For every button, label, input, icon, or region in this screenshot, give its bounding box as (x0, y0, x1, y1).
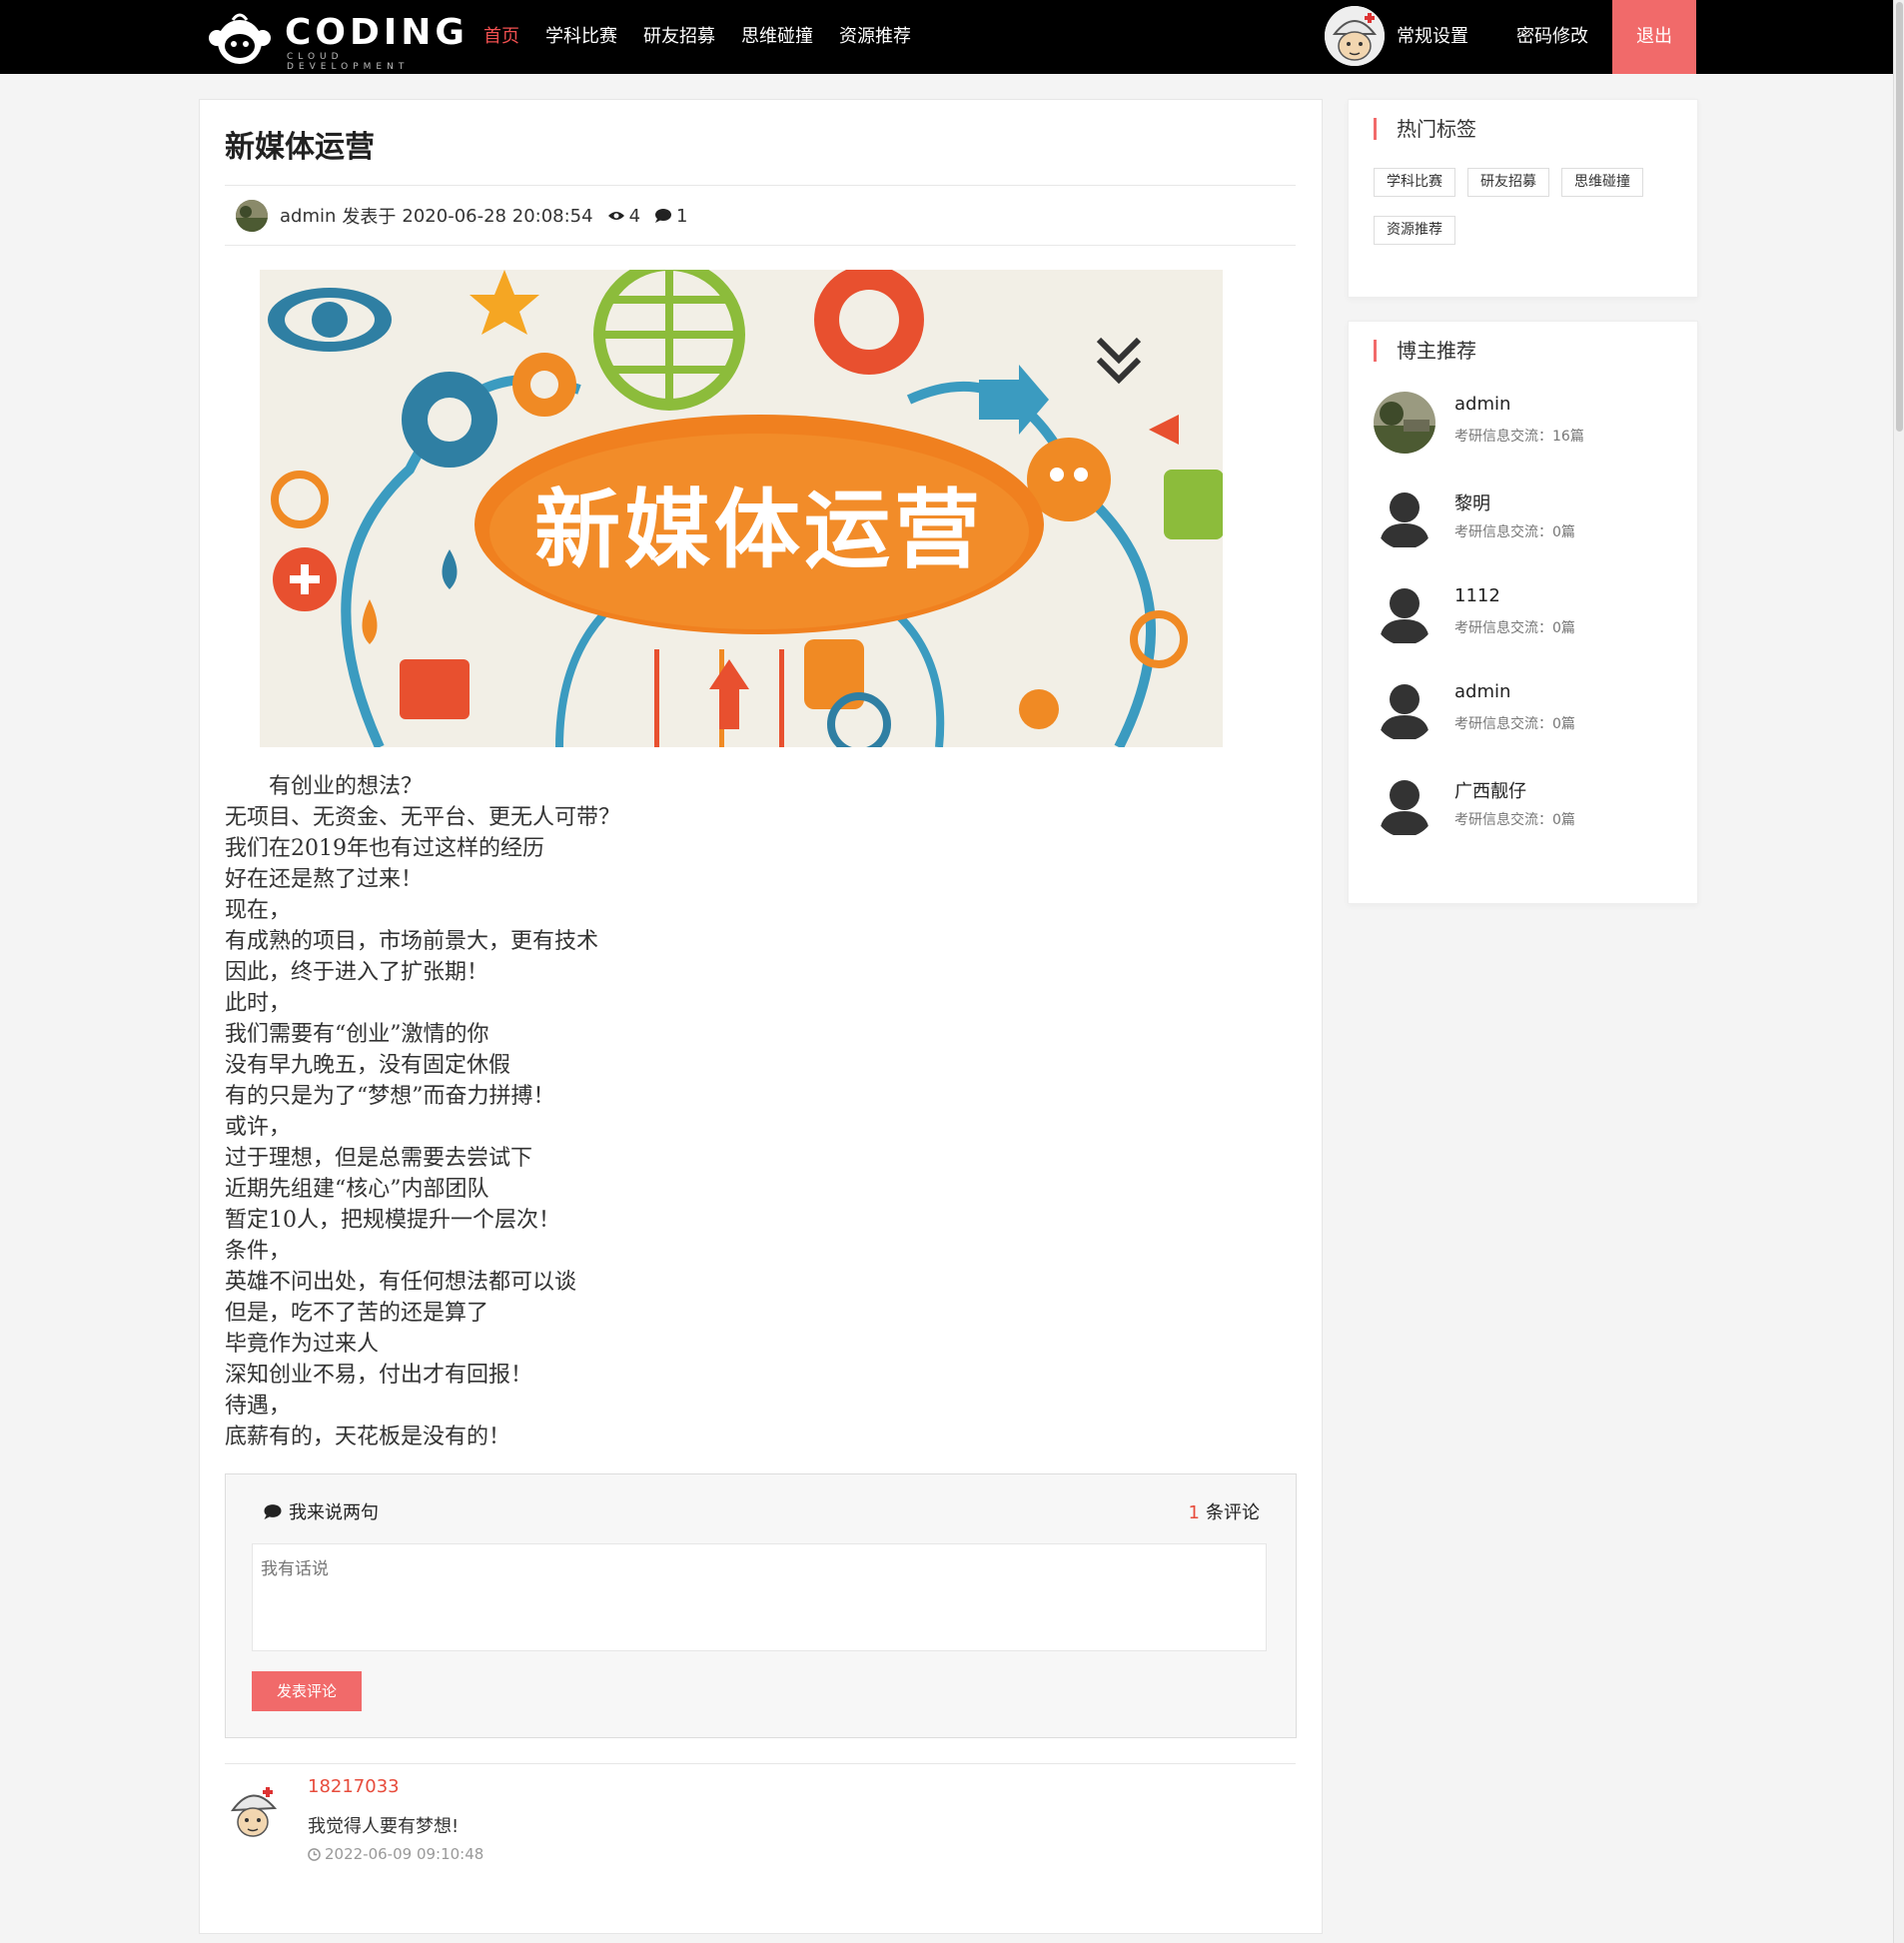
user-avatar[interactable] (1325, 6, 1385, 66)
article-panel: 新媒体运营 admin 发表于 2020-06-28 20:08:54 4 1 (199, 99, 1323, 1934)
blogger-item[interactable]: 黎明 考研信息交流：0篇 (1374, 487, 1673, 551)
comment-total-number: 1 (1188, 1502, 1200, 1523)
clock-icon (308, 1847, 321, 1861)
blogger-desc: 考研信息交流：0篇 (1454, 524, 1575, 540)
article-title: 新媒体运营 (225, 130, 375, 165)
comment-text: 我觉得人要有梦想! (308, 1816, 460, 1837)
nav-resources[interactable]: 资源推荐 (839, 0, 911, 74)
comment-form-header: 我来说两句 (263, 1498, 379, 1524)
main-menu: 首页 学科比赛 研友招募 思维碰撞 资源推荐 (483, 0, 937, 74)
top-navbar: CODING CLOUD DEVELOPMENT 首页 学科比赛 研友招募 思维… (0, 0, 1893, 74)
eye-icon (607, 212, 624, 220)
blogger-item[interactable]: admin 考研信息交流：0篇 (1374, 679, 1673, 743)
author-avatar (236, 200, 268, 232)
banner-title-text: 新媒体运营 (534, 481, 984, 580)
change-password-link[interactable]: 密码修改 (1516, 0, 1588, 74)
logo-subtext: CLOUD DEVELOPMENT (287, 52, 410, 72)
submit-comment-button[interactable]: 发表评论 (252, 1671, 362, 1711)
default-user-icon (1380, 492, 1429, 547)
tag-resources[interactable]: 资源推荐 (1374, 216, 1455, 245)
comment-count: 1 (654, 206, 687, 227)
comment-form: 我来说两句 1 条评论 发表评论 (225, 1473, 1297, 1738)
comment-icon (264, 1503, 282, 1519)
comment-icon (655, 209, 672, 223)
blogger-desc: 考研信息交流：0篇 (1454, 620, 1575, 636)
blogger-avatar (1374, 487, 1435, 549)
logout-button[interactable]: 退出 (1612, 0, 1696, 74)
bloggers-title: 博主推荐 (1374, 340, 1476, 362)
default-user-icon (1380, 588, 1429, 643)
article-body: 有创业的想法？ 无项目、无资金、无平台、更无人可带？ 我们在2019年也有过这样… (225, 774, 621, 1450)
blogger-item[interactable]: 广西靓仔 考研信息交流：0篇 (1374, 775, 1673, 839)
monkey-logo-icon (209, 13, 271, 64)
soldier-avatar-icon (230, 1787, 278, 1837)
nav-brainstorm[interactable]: 思维碰撞 (741, 0, 813, 74)
settings-link[interactable]: 常规设置 (1397, 0, 1468, 74)
blogger-avatar (1374, 392, 1435, 454)
tag-list: 学科比赛 研友招募 思维碰撞 资源推荐 (1374, 168, 1683, 264)
view-count: 4 (607, 206, 640, 227)
scrollbar-thumb[interactable] (1896, 2, 1903, 432)
comment-form-heading: 我来说两句 (289, 1502, 379, 1523)
site-logo[interactable]: CODING CLOUD DEVELOPMENT (205, 8, 465, 72)
blogger-item[interactable]: 1112 考研信息交流：0篇 (1374, 583, 1673, 647)
divider (225, 1763, 1296, 1764)
hot-tags-card: 热门标签 学科比赛 研友招募 思维碰撞 资源推荐 (1348, 99, 1698, 298)
tag-competitions[interactable]: 学科比赛 (1374, 168, 1455, 197)
post-date: 2020-06-28 20:08:54 (402, 205, 593, 227)
commenter-avatar (225, 1780, 285, 1840)
blogger-avatar (1374, 775, 1435, 837)
comment-input[interactable] (252, 1543, 1267, 1651)
tag-brainstorm[interactable]: 思维碰撞 (1561, 168, 1643, 197)
author-name[interactable]: admin (280, 206, 336, 227)
default-user-icon (1380, 780, 1429, 835)
logo-text: CODING (285, 12, 469, 53)
article-meta: admin 发表于 2020-06-28 20:08:54 4 1 (236, 199, 687, 233)
blogger-name[interactable]: 黎明 (1454, 489, 1490, 515)
blogger-desc: 考研信息交流：0篇 (1454, 716, 1575, 732)
divider (225, 185, 1296, 186)
nav-recruit[interactable]: 研友招募 (643, 0, 715, 74)
view-count-value: 4 (628, 205, 641, 227)
nav-home[interactable]: 首页 (483, 0, 519, 74)
soldier-avatar-icon (1325, 6, 1385, 66)
comment-time: 2022-06-09 09:10:48 (308, 1845, 483, 1863)
tag-recruit[interactable]: 研友招募 (1467, 168, 1549, 197)
comment-total: 1 条评论 (1189, 1498, 1260, 1524)
blogger-name[interactable]: admin (1454, 394, 1510, 415)
blogger-item[interactable]: admin 考研信息交流：16篇 (1374, 392, 1673, 456)
comment-time-value: 2022-06-09 09:10:48 (325, 1845, 484, 1863)
default-user-icon (1380, 684, 1429, 739)
page-scrollbar[interactable] (1893, 0, 1904, 1943)
blogger-desc: 考研信息交流：0篇 (1454, 812, 1575, 828)
recommended-bloggers-card: 博主推荐 admin 考研信息交流：16篇 黎明 考研信息交流：0篇 1112 … (1348, 321, 1698, 904)
blogger-avatar (1374, 679, 1435, 741)
blogger-name[interactable]: admin (1454, 681, 1510, 702)
article-banner-image: 新媒体运营 (260, 270, 1223, 747)
blogger-desc: 考研信息交流：16篇 (1454, 429, 1584, 445)
nav-competitions[interactable]: 学科比赛 (545, 0, 617, 74)
posted-label: 发表于 (342, 207, 397, 228)
comment-count-value: 1 (676, 205, 688, 227)
blogger-name[interactable]: 1112 (1454, 585, 1500, 606)
landscape-avatar-icon (1374, 392, 1435, 454)
commenter-name[interactable]: 18217033 (308, 1776, 400, 1797)
blogger-name[interactable]: 广西靓仔 (1454, 777, 1526, 803)
comment-total-label: 条评论 (1206, 1502, 1260, 1523)
blogger-avatar (1374, 583, 1435, 645)
new-media-illustration: 新媒体运营 (260, 270, 1223, 747)
hot-tags-title: 热门标签 (1374, 118, 1476, 140)
divider (225, 245, 1296, 246)
landscape-avatar-icon (236, 200, 268, 232)
